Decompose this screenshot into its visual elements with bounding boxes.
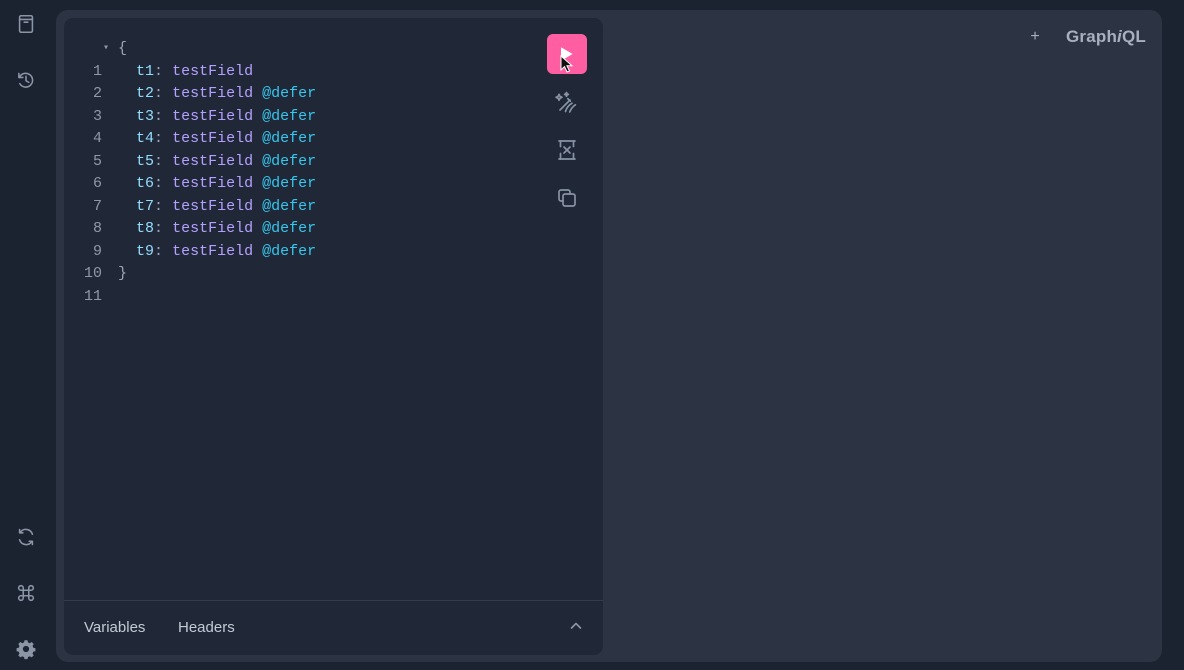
workspace: 1 ▾ { 2 t1: testField 3 t2: testField @d… — [56, 10, 1162, 662]
docs-icon — [15, 13, 37, 35]
field-alias: t4 — [136, 130, 155, 147]
field-name: testField — [172, 152, 254, 170]
shortcuts-button[interactable] — [12, 579, 40, 607]
editor-tools-bar: Variables Headers — [64, 600, 603, 655]
refetch-schema-button[interactable] — [12, 523, 40, 551]
field-name: testField — [172, 62, 254, 80]
tab-headers[interactable]: Headers — [178, 618, 235, 638]
field-name: testField — [172, 175, 254, 192]
code-line: 11 } — [64, 263, 534, 305]
colon: : — [154, 107, 164, 125]
docs-button[interactable] — [12, 10, 40, 38]
sidebar — [0, 0, 54, 670]
chevron-up-icon — [569, 619, 583, 638]
code-text: t6: testField @defer — [118, 173, 316, 196]
field-name: testField — [172, 220, 254, 237]
defer-directive: @defer — [262, 175, 317, 192]
close-brace: } — [118, 265, 128, 282]
run-button[interactable] — [547, 34, 587, 74]
colon: : — [154, 197, 164, 215]
code-line: 9 t8: testField @defer — [64, 218, 534, 260]
code-line: 3 t2: testField @defer — [64, 83, 534, 125]
code-line: 4 t3: testField @defer — [64, 106, 534, 148]
field-alias: t3 — [136, 107, 155, 125]
colon: : — [154, 242, 164, 260]
query-editor-panel: 1 ▾ { 2 t1: testField 3 t2: testField @d… — [64, 18, 603, 655]
copy-query-button[interactable] — [547, 178, 587, 218]
code-text: { — [118, 38, 127, 61]
code-text: } — [118, 263, 127, 286]
code-line: 6 t5: testField @defer — [64, 151, 534, 193]
colon: : — [154, 62, 164, 80]
magic-wand-icon — [553, 88, 581, 116]
refresh-icon — [15, 526, 37, 548]
field-name: testField — [172, 107, 254, 125]
play-icon — [559, 45, 575, 63]
add-tab-button[interactable]: + — [1026, 28, 1044, 46]
command-icon — [15, 582, 37, 604]
plus-icon: + — [1030, 28, 1040, 45]
graphiql-app: 1 ▾ { 2 t1: testField 3 t2: testField @d… — [0, 0, 1184, 670]
session-header: + GraphiQL — [1026, 24, 1146, 50]
code-line: 10 t9: testField @defer — [64, 241, 534, 283]
copy-icon — [555, 186, 579, 210]
history-button[interactable] — [12, 66, 40, 94]
logo-text-ql: QL — [1121, 27, 1146, 46]
code-line: 2 t1: testField — [64, 61, 534, 103]
colon: : — [154, 175, 164, 192]
field-alias: t2 — [136, 85, 155, 102]
code-text: t8: testField @defer — [118, 218, 316, 241]
tab-variables[interactable]: Variables — [84, 618, 145, 638]
code-lines: 1 ▾ { 2 t1: testField 3 t2: testField @d… — [64, 38, 534, 305]
field-alias: t1 — [136, 62, 155, 80]
open-brace: { — [118, 40, 128, 57]
code-line: 5 t4: testField @defer — [64, 128, 534, 170]
code-text: t9: testField @defer — [118, 241, 316, 264]
code-text: t3: testField @defer — [118, 106, 316, 129]
defer-directive: @defer — [262, 130, 317, 147]
code-text: t5: testField @defer — [118, 151, 316, 174]
code-text: t4: testField @defer — [118, 128, 316, 151]
field-name: testField — [172, 130, 254, 147]
merge-icon — [555, 138, 579, 162]
defer-directive: @defer — [262, 242, 317, 260]
field-alias: t8 — [136, 220, 155, 237]
field-name: testField — [172, 197, 254, 215]
history-icon — [15, 69, 37, 91]
query-editor[interactable]: 1 ▾ { 2 t1: testField 3 t2: testField @d… — [64, 18, 603, 600]
prettify-button[interactable] — [547, 82, 587, 122]
code-line: 1 ▾ { — [64, 38, 534, 80]
code-text: t1: testField — [118, 61, 253, 84]
field-alias: t5 — [136, 152, 155, 170]
defer-directive: @defer — [262, 85, 317, 102]
toggle-editor-tools-button[interactable] — [567, 619, 585, 637]
field-name: testField — [172, 242, 254, 260]
merge-fragments-button[interactable] — [547, 130, 587, 170]
code-text: t7: testField @defer — [118, 196, 316, 219]
line-number: 11 — [83, 287, 102, 305]
field-alias: t7 — [136, 197, 155, 215]
colon: : — [154, 152, 164, 170]
graphiql-logo: GraphiQL — [1066, 27, 1146, 47]
field-alias: t6 — [136, 175, 155, 192]
field-alias: t9 — [136, 242, 155, 260]
defer-directive: @defer — [262, 152, 317, 170]
defer-directive: @defer — [262, 197, 317, 215]
colon: : — [154, 220, 164, 237]
colon: : — [154, 85, 164, 102]
logo-text-graph: Graph — [1065, 27, 1118, 46]
colon: : — [154, 130, 164, 147]
settings-button[interactable] — [12, 635, 40, 663]
field-name: testField — [172, 85, 254, 102]
code-text: t2: testField @defer — [118, 83, 316, 106]
fold-arrow-icon[interactable]: ▾ — [103, 38, 113, 61]
defer-directive: @defer — [262, 220, 317, 237]
code-line: 8 t7: testField @defer — [64, 196, 534, 238]
settings-icon — [15, 638, 37, 660]
defer-directive: @defer — [262, 107, 317, 125]
code-line: 7 t6: testField @defer — [64, 173, 534, 215]
